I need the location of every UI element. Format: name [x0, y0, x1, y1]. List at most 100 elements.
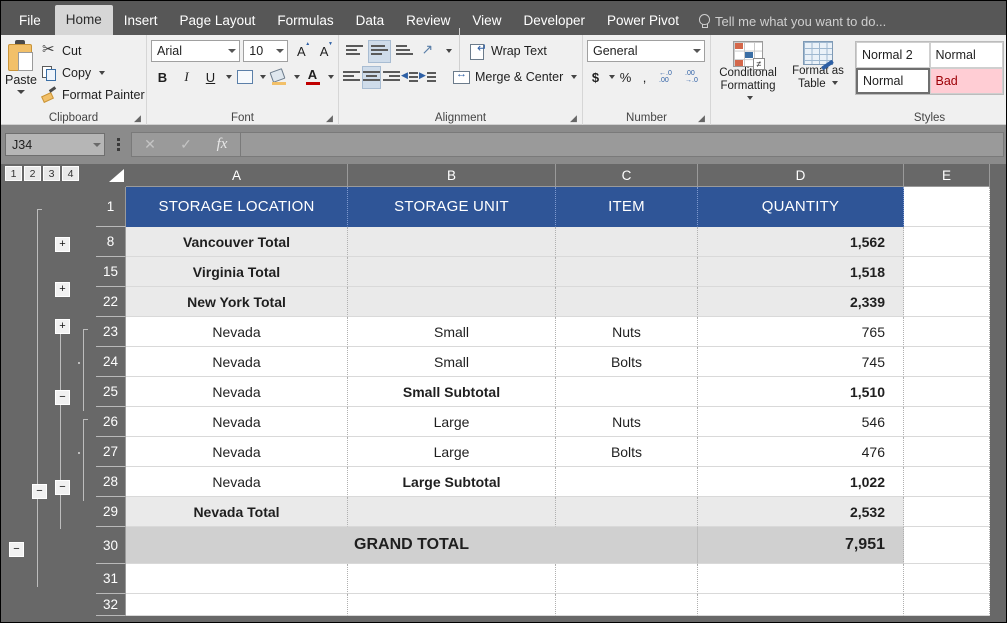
chevron-down-icon[interactable]: [328, 75, 334, 79]
cell-b22[interactable]: [348, 287, 556, 317]
comma-style-button[interactable]: ,: [636, 66, 653, 88]
tab-developer[interactable]: Developer: [512, 7, 596, 35]
cell-d24[interactable]: 745: [698, 347, 904, 377]
cell-c31[interactable]: [556, 564, 698, 594]
cell-d29[interactable]: 2,532: [698, 497, 904, 527]
cell-a31[interactable]: [126, 564, 348, 594]
align-top-button[interactable]: [343, 40, 366, 63]
cell-d28[interactable]: 1,022: [698, 467, 904, 497]
cell-d25[interactable]: 1,510: [698, 377, 904, 407]
cut-button[interactable]: Cut: [39, 40, 148, 61]
cell-e27[interactable]: [904, 437, 990, 467]
column-header-e[interactable]: E: [904, 164, 990, 187]
chevron-down-icon[interactable]: [260, 75, 266, 79]
italic-button[interactable]: I: [175, 66, 198, 89]
column-header-c[interactable]: C: [556, 164, 698, 187]
cell-b31[interactable]: [348, 564, 556, 594]
format-painter-button[interactable]: Format Painter: [39, 84, 148, 105]
merge-and-center-button[interactable]: Merge & Center: [450, 67, 580, 88]
row-header-23[interactable]: 23: [96, 317, 126, 347]
cell-e29[interactable]: [904, 497, 990, 527]
increase-decimal-button[interactable]: ←.0.00: [655, 66, 679, 88]
cell-c32[interactable]: [556, 594, 698, 616]
cell-c1[interactable]: ITEM: [556, 187, 698, 227]
cell-d26[interactable]: 546: [698, 407, 904, 437]
outline-expand-button-virginia[interactable]: +: [55, 282, 70, 297]
tab-home[interactable]: Home: [55, 5, 113, 35]
decrease-font-size-button[interactable]: A: [314, 40, 334, 62]
conditional-formatting-button[interactable]: ≠ Conditional Formatting: [715, 38, 781, 125]
increase-indent-button[interactable]: [420, 66, 436, 89]
cell-d22[interactable]: 2,339: [698, 287, 904, 317]
chevron-down-icon[interactable]: [747, 96, 753, 100]
cell-b25[interactable]: Small Subtotal: [348, 377, 556, 407]
cell-a32[interactable]: [126, 594, 348, 616]
column-header-d[interactable]: D: [698, 164, 904, 187]
underline-button[interactable]: U: [199, 66, 222, 89]
cell-c26[interactable]: Nuts: [556, 407, 698, 437]
cell-a27[interactable]: Nevada: [126, 437, 348, 467]
percent-style-button[interactable]: %: [617, 66, 634, 88]
tab-power-pivot[interactable]: Power Pivot: [596, 7, 690, 35]
style-normal-selected[interactable]: Normal: [856, 68, 930, 94]
cell-c25[interactable]: [556, 377, 698, 407]
chevron-down-icon[interactable]: [228, 49, 236, 53]
cell-a22[interactable]: New York Total: [126, 287, 348, 317]
row-header-24[interactable]: 24: [96, 347, 126, 377]
style-normal-2[interactable]: Normal 2: [856, 42, 930, 68]
outline-collapse-button-grand[interactable]: −: [9, 542, 24, 557]
cell-a30-merged-grand-total-label[interactable]: GRAND TOTAL: [126, 527, 698, 564]
cell-a26[interactable]: Nevada: [126, 407, 348, 437]
name-box[interactable]: J34: [5, 133, 105, 156]
align-center-button[interactable]: [362, 66, 381, 89]
cell-a28[interactable]: Nevada: [126, 467, 348, 497]
cell-a8[interactable]: Vancouver Total: [126, 227, 348, 257]
cell-e30[interactable]: [904, 527, 990, 564]
chevron-down-icon[interactable]: [17, 90, 25, 94]
cell-c29[interactable]: [556, 497, 698, 527]
cell-e31[interactable]: [904, 564, 990, 594]
decrease-indent-button[interactable]: [402, 66, 418, 89]
tab-page-layout[interactable]: Page Layout: [169, 7, 267, 35]
row-header-31[interactable]: 31: [96, 564, 126, 594]
insert-function-button[interactable]: fx: [204, 136, 240, 153]
copy-button[interactable]: Copy: [39, 62, 148, 83]
cell-d8[interactable]: 1,562: [698, 227, 904, 257]
row-header-29[interactable]: 29: [96, 497, 126, 527]
cell-a24[interactable]: Nevada: [126, 347, 348, 377]
outline-collapse-button-nevada-total[interactable]: −: [32, 484, 47, 499]
cell-d15[interactable]: 1,518: [698, 257, 904, 287]
row-header-30[interactable]: 30: [96, 527, 126, 564]
chevron-down-icon[interactable]: [571, 75, 577, 79]
style-normal-b[interactable]: Normal: [930, 42, 1004, 68]
cell-a1[interactable]: STORAGE LOCATION: [126, 187, 348, 227]
chevron-down-icon[interactable]: [609, 75, 615, 79]
cell-b32[interactable]: [348, 594, 556, 616]
format-as-table-button[interactable]: Format as Table: [789, 38, 847, 125]
cell-c22[interactable]: [556, 287, 698, 317]
enter-formula-button[interactable]: ✓: [168, 136, 204, 153]
cell-b27[interactable]: Large: [348, 437, 556, 467]
cell-c15[interactable]: [556, 257, 698, 287]
cell-a29[interactable]: Nevada Total: [126, 497, 348, 527]
fill-color-button[interactable]: [267, 66, 290, 89]
cell-d27[interactable]: 476: [698, 437, 904, 467]
cell-e25[interactable]: [904, 377, 990, 407]
cell-e1[interactable]: [904, 187, 990, 227]
row-header-27[interactable]: 27: [96, 437, 126, 467]
chevron-down-icon[interactable]: [226, 75, 232, 79]
chevron-down-icon[interactable]: [294, 75, 300, 79]
tab-insert[interactable]: Insert: [113, 7, 169, 35]
align-right-button[interactable]: [383, 66, 400, 89]
cell-styles-gallery[interactable]: Normal 2 Normal Normal Bad: [855, 41, 1004, 95]
cell-a25[interactable]: Nevada: [126, 377, 348, 407]
cell-b23[interactable]: Small: [348, 317, 556, 347]
accounting-format-button[interactable]: $: [587, 66, 604, 88]
style-bad[interactable]: Bad: [930, 68, 1004, 94]
clipboard-dialog-launcher-icon[interactable]: ◢: [134, 114, 143, 123]
cell-e23[interactable]: [904, 317, 990, 347]
chevron-down-icon[interactable]: [446, 49, 452, 53]
cell-e28[interactable]: [904, 467, 990, 497]
chevron-down-icon[interactable]: [832, 81, 838, 85]
row-header-22[interactable]: 22: [96, 287, 126, 317]
